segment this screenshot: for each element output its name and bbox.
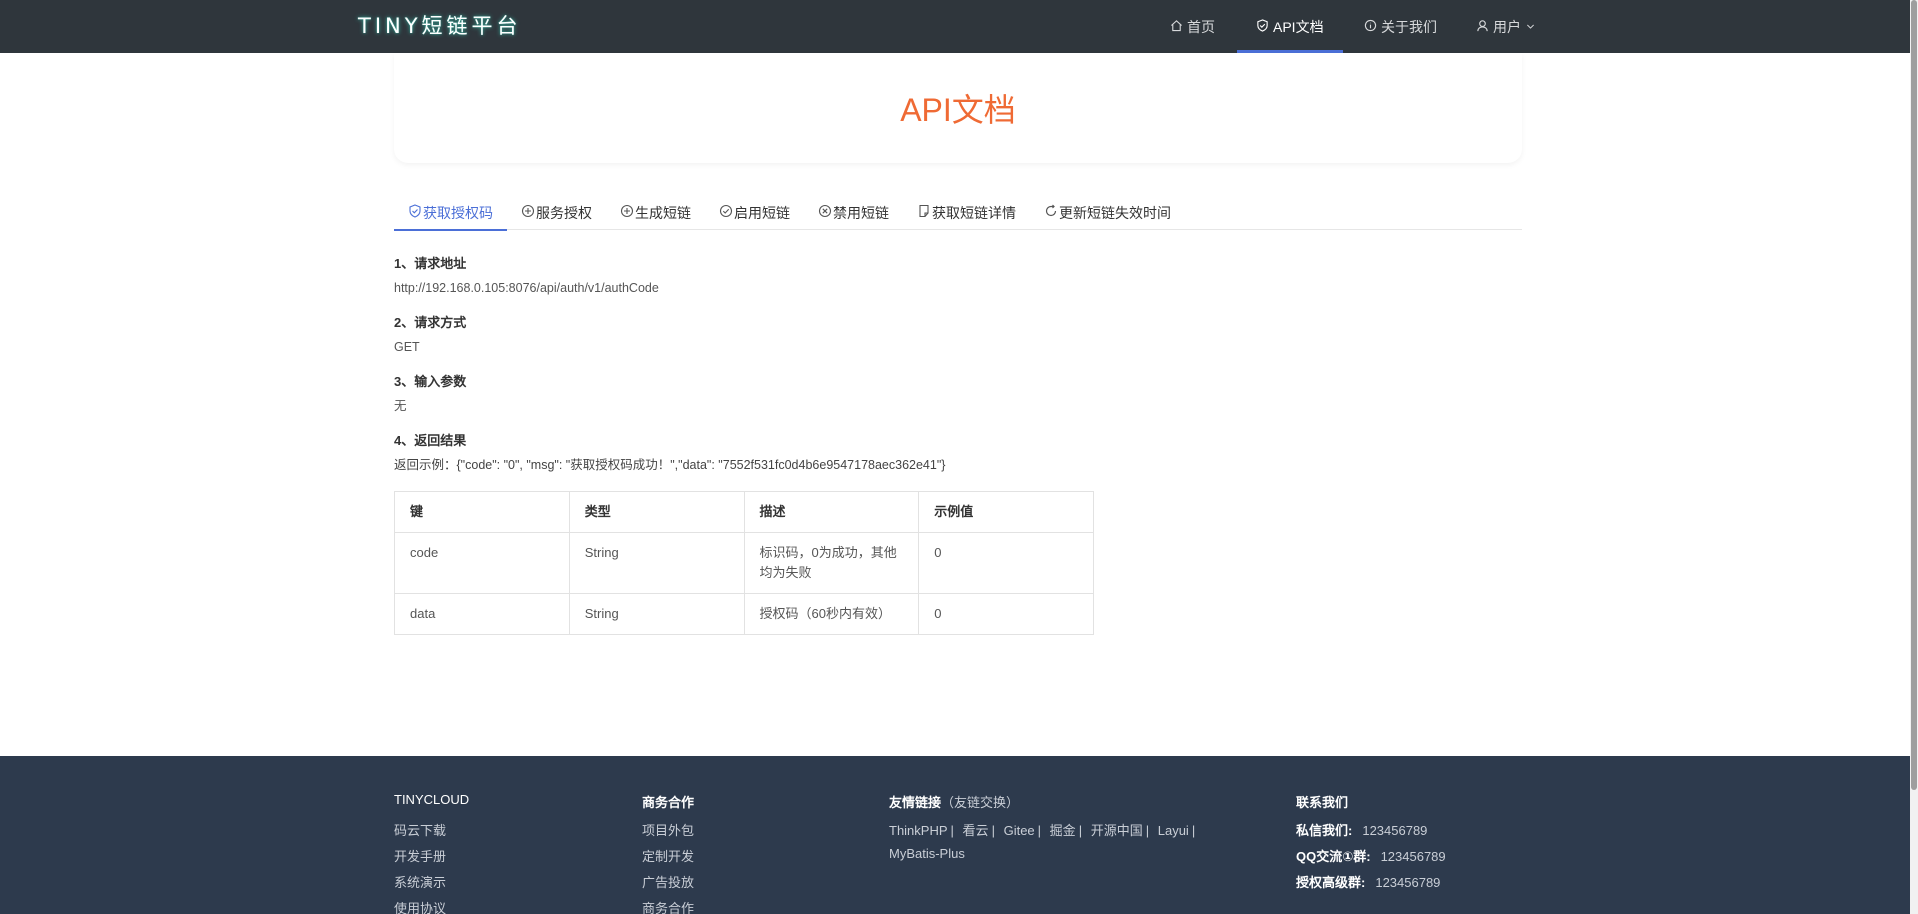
nav-label-home: 首页: [1187, 18, 1215, 35]
tab-label: 获取短链详情: [932, 204, 1016, 221]
column-header-description: 描述: [743, 491, 920, 533]
section-title-return-result: 4、返回结果: [394, 433, 467, 448]
document-icon: [917, 204, 931, 221]
footer-link[interactable]: 定制开发: [642, 846, 694, 865]
table-cell: String: [568, 532, 745, 594]
close-circle-icon: [818, 204, 832, 221]
chevron-down-icon: [1525, 19, 1536, 35]
main-nav: 首页 API文档 关于我们 用户: [0, 0, 1918, 53]
tab-label: 服务授权: [536, 204, 592, 221]
friend-links-subtitle: （友链交换）: [941, 795, 1020, 810]
friend-link[interactable]: 看云: [963, 823, 989, 838]
table-cell: 标识码，0为成功，其他均为失败: [743, 532, 920, 594]
response-fields-table: 键 类型 描述 示例值 code String 标识码，0为成功，其他均为失败 …: [394, 491, 1094, 635]
tab-label: 生成短链: [635, 204, 691, 221]
footer-heading-business: 商务合作: [642, 795, 695, 810]
tab-label: 启用短链: [734, 204, 790, 221]
contact-label: 授权高级群:: [1296, 875, 1366, 890]
friend-link[interactable]: Gitee: [1004, 823, 1035, 838]
nav-item-api-docs[interactable]: API文档: [1237, 0, 1343, 53]
nav-label-api-docs: API文档: [1273, 18, 1324, 35]
input-params-value: 无: [394, 399, 407, 413]
scrollbar-thumb[interactable]: [1911, 0, 1917, 790]
table-header-row: 键 类型 描述 示例值: [394, 491, 1094, 533]
table-cell: data: [394, 593, 570, 635]
friend-link[interactable]: MyBatis-Plus: [889, 846, 965, 861]
table-row: code String 标识码，0为成功，其他均为失败 0: [394, 532, 1094, 594]
refresh-icon: [1044, 204, 1058, 221]
contact-label: 私信我们:: [1296, 823, 1353, 838]
tab-disable-link[interactable]: 禁用短链: [804, 195, 903, 230]
footer-link[interactable]: 码云下载: [394, 820, 446, 839]
friend-link[interactable]: 掘金: [1050, 823, 1076, 838]
nav-label-user: 用户: [1493, 18, 1521, 35]
table-cell: 0: [918, 532, 1094, 594]
table-cell: code: [394, 532, 570, 594]
friend-link[interactable]: ThinkPHP: [889, 823, 948, 838]
home-icon: [1170, 19, 1183, 35]
contact-label: QQ交流①群:: [1296, 849, 1371, 864]
column-header-example: 示例值: [918, 491, 1094, 533]
request-method-value: GET: [394, 340, 420, 354]
check-circle-icon: [719, 204, 733, 221]
section-title-request-method: 2、请求方式: [394, 315, 467, 330]
tab-get-auth-code[interactable]: 获取授权码: [394, 195, 507, 231]
doc-content: 1、请求地址 http://192.168.0.105:8076/api/aut…: [394, 252, 1522, 477]
api-tabs: 获取授权码 服务授权 生成短链 启用短链 禁用短链 获取短链详情 更新短链失效时…: [394, 195, 1522, 231]
table-cell: 授权码（60秒内有效）: [743, 593, 920, 635]
tab-generate-link[interactable]: 生成短链: [606, 195, 705, 230]
friend-links-title: 友情链接: [889, 795, 942, 810]
friend-links-row-2: MyBatis-Plus: [889, 846, 965, 861]
page-title-card: API文档: [394, 53, 1522, 163]
site-footer: TINYCLOUD 码云下载 开发手册 系统演示 使用协议 商务合作 项目外包 …: [0, 756, 1910, 914]
request-url-value: http://192.168.0.105:8076/api/auth/v1/au…: [394, 281, 659, 295]
footer-link[interactable]: 系统演示: [394, 872, 446, 891]
tab-enable-link[interactable]: 启用短链: [705, 195, 804, 230]
tab-label: 获取授权码: [423, 204, 493, 221]
tab-label: 更新短链失效时间: [1059, 204, 1171, 221]
footer-link[interactable]: 开发手册: [394, 846, 446, 865]
contact-item: 授权高级群: 123456789: [1296, 872, 1440, 891]
tab-update-expiry[interactable]: 更新短链失效时间: [1030, 195, 1185, 230]
contact-value: 123456789: [1362, 823, 1428, 838]
plus-circle-icon: [521, 204, 535, 221]
footer-heading-tinycloud: TINYCLOUD: [394, 792, 470, 807]
contact-item: 私信我们: 123456789: [1296, 820, 1427, 839]
friend-link[interactable]: 开源中国: [1091, 823, 1143, 838]
footer-link[interactable]: 项目外包: [642, 820, 694, 839]
table-cell: String: [568, 593, 745, 635]
footer-link[interactable]: 使用协议: [394, 898, 446, 914]
tab-service-auth[interactable]: 服务授权: [507, 195, 606, 230]
nav-item-user[interactable]: 用户: [1476, 0, 1536, 53]
nav-item-about[interactable]: 关于我们: [1364, 0, 1437, 53]
footer-heading-contact: 联系我们: [1296, 795, 1349, 810]
column-header-type: 类型: [568, 491, 745, 533]
info-icon: [1364, 19, 1377, 35]
contact-value: 123456789: [1375, 875, 1441, 890]
contact-item: QQ交流①群: 123456789: [1296, 846, 1446, 865]
footer-link[interactable]: 广告投放: [642, 872, 694, 891]
user-icon: [1476, 19, 1489, 35]
friend-links-row-1: ThinkPHP | 看云 | Gitee | 掘金 | 开源中国 | Layui |: [889, 823, 1196, 838]
shield-check-icon: [408, 204, 422, 221]
section-title-input-params: 3、输入参数: [394, 374, 467, 389]
footer-link[interactable]: 商务合作: [642, 898, 694, 914]
nav-item-home[interactable]: 首页: [1170, 0, 1215, 53]
shield-check-icon: [1256, 18, 1269, 35]
table-cell: 0: [918, 593, 1094, 635]
column-header-key: 键: [394, 491, 570, 533]
contact-value: 123456789: [1380, 849, 1446, 864]
return-example: 返回示例：{"code": "0", "msg": "获取授权码成功！","da…: [394, 458, 946, 472]
page-title: API文档: [900, 92, 1016, 128]
tab-label: 禁用短链: [833, 204, 889, 221]
tab-link-detail[interactable]: 获取短链详情: [903, 195, 1030, 230]
footer-heading-friend-links: 友情链接（友链交换）: [889, 792, 1019, 811]
plus-circle-icon: [620, 204, 634, 221]
top-navbar: TINY短链平台 首页 API文档 关于我们 用户: [0, 0, 1918, 53]
section-title-request-url: 1、请求地址: [394, 256, 467, 271]
scrollbar-track[interactable]: [1910, 0, 1918, 914]
table-row: data String 授权码（60秒内有效） 0: [394, 593, 1094, 635]
nav-label-about: 关于我们: [1381, 18, 1437, 35]
friend-link[interactable]: Layui: [1158, 823, 1189, 838]
